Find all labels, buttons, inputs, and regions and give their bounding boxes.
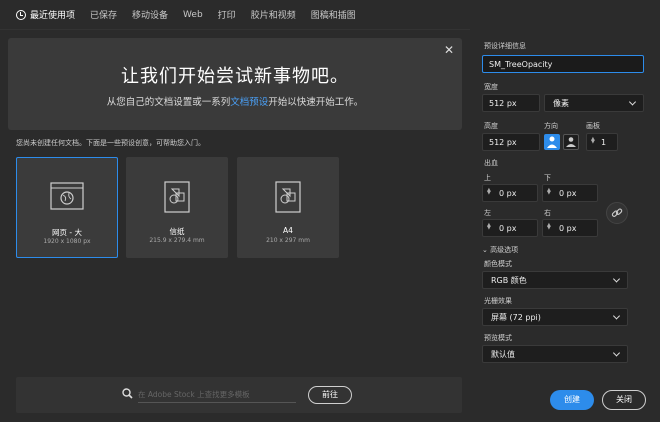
tab-label: 移动设备 bbox=[132, 11, 169, 21]
landscape-icon bbox=[566, 137, 576, 147]
tab-mobile[interactable]: 移动设备 bbox=[132, 0, 168, 30]
bleed-left-label: 左 bbox=[484, 209, 491, 217]
bleed-top-value: 0 px bbox=[499, 188, 517, 198]
preset-name: A4 bbox=[283, 226, 293, 235]
stock-search-input[interactable]: 在 Adobe Stock 上查找更多模板 bbox=[138, 389, 296, 403]
tab-label: 已保存 bbox=[90, 11, 118, 21]
bleed-top-label: 上 bbox=[484, 174, 491, 182]
preview-mode-value: 默认值 bbox=[491, 349, 515, 359]
preset-details-label: 预设详细信息 bbox=[484, 42, 526, 50]
close-icon[interactable]: ✕ bbox=[444, 43, 454, 57]
preset-name: 信纸 bbox=[169, 227, 185, 236]
tab-film-video[interactable]: 胶片和视频 bbox=[251, 0, 296, 30]
create-button[interactable]: 创建 bbox=[550, 390, 594, 410]
raster-effects-select[interactable]: 屏幕 (72 ppi) bbox=[482, 308, 628, 326]
banner-subtitle: 从您自己的文档设置或一系列文档预设开始以快速开始工作。 bbox=[8, 94, 462, 108]
landscape-orientation-button[interactable] bbox=[563, 134, 579, 150]
bleed-label: 出血 bbox=[484, 159, 498, 167]
bleed-bottom-input[interactable]: ▲ ▼ 0 px bbox=[542, 184, 598, 202]
go-button[interactable]: 前往 bbox=[308, 386, 352, 404]
chevron-down-icon bbox=[628, 98, 637, 106]
document-name-input[interactable]: SM_TreeOpacity bbox=[482, 55, 644, 73]
artboard-count-input[interactable]: ▲ ▼ 1 bbox=[586, 133, 618, 151]
presets-hint: 您尚未创建任何文档。下面是一些预设创意，可帮助您入门。 bbox=[16, 139, 205, 147]
preset-name: 网页 - 大 bbox=[52, 228, 82, 237]
banner-sub-text: 从您自己的文档设置或一系列 bbox=[106, 97, 231, 108]
tab-label: Web bbox=[183, 9, 203, 20]
close-button[interactable]: 关闭 bbox=[602, 390, 646, 410]
preset-card-letter[interactable]: 信纸 215.9 x 279.4 mm bbox=[126, 157, 228, 258]
preset-details-panel: 预设详细信息 SM_TreeOpacity 宽度 512 px 像素 高度 方向… bbox=[470, 30, 660, 422]
preview-mode-select[interactable]: 默认值 bbox=[482, 345, 628, 363]
stock-search-bar: 在 Adobe Stock 上查找更多模板 前往 bbox=[16, 377, 462, 413]
welcome-banner: ✕ 让我们开始尝试新事物吧。 从您自己的文档设置或一系列文档预设开始以快速开始工… bbox=[8, 38, 462, 130]
color-mode-label: 颜色模式 bbox=[484, 260, 512, 268]
chevron-down-icon bbox=[612, 349, 621, 357]
artboard-value: 1 bbox=[601, 137, 607, 147]
raster-effects-label: 光栅效果 bbox=[484, 297, 512, 305]
tab-recent[interactable]: 最近使用项 bbox=[16, 0, 75, 30]
preview-mode-label: 预览模式 bbox=[484, 334, 512, 342]
web-page-icon bbox=[50, 182, 84, 210]
document-shapes-icon bbox=[164, 181, 190, 213]
color-mode-select[interactable]: RGB 颜色 bbox=[482, 271, 628, 289]
preset-card-a4[interactable]: A4 210 x 297 mm bbox=[237, 157, 339, 258]
stepper-icon[interactable]: ▲ ▼ bbox=[487, 188, 491, 196]
stepper-icon[interactable]: ▲ ▼ bbox=[547, 223, 551, 231]
width-label: 宽度 bbox=[484, 83, 498, 91]
artboard-label: 画板 bbox=[586, 122, 600, 130]
portrait-icon bbox=[547, 136, 557, 148]
tab-art-illustration[interactable]: 图稿和插图 bbox=[311, 0, 356, 30]
banner-title: 让我们开始尝试新事物吧。 bbox=[121, 66, 349, 87]
preset-size: 215.9 x 279.4 mm bbox=[149, 237, 205, 244]
tab-label: 打印 bbox=[217, 11, 236, 21]
unit-select[interactable]: 像素 bbox=[544, 94, 644, 112]
chevron-down-icon bbox=[612, 312, 621, 320]
document-presets-link[interactable]: 文档预设 bbox=[230, 97, 268, 108]
link-bleed-button[interactable] bbox=[606, 202, 628, 224]
bleed-right-input[interactable]: ▲ ▼ 0 px bbox=[542, 219, 598, 237]
tab-label: 最近使用项 bbox=[30, 11, 76, 21]
bleed-bottom-label: 下 bbox=[544, 174, 551, 182]
tab-saved[interactable]: 已保存 bbox=[90, 0, 117, 30]
stepper-icon[interactable]: ▲ ▼ bbox=[487, 223, 491, 231]
chevron-down-icon: ⌄ bbox=[482, 246, 488, 254]
height-label: 高度 bbox=[484, 122, 498, 130]
unit-value: 像素 bbox=[553, 98, 569, 108]
width-input[interactable]: 512 px bbox=[482, 94, 540, 112]
portrait-orientation-button[interactable] bbox=[544, 134, 560, 150]
orientation-label: 方向 bbox=[544, 122, 558, 130]
bleed-bottom-value: 0 px bbox=[559, 188, 577, 198]
clock-icon bbox=[16, 9, 26, 20]
category-tabs: 最近使用项 已保存 移动设备 Web 打印 胶片和视频 图稿和插图 bbox=[0, 0, 470, 30]
advanced-options-toggle[interactable]: ⌄ 高级选项 bbox=[482, 245, 518, 255]
advanced-options-label: 高级选项 bbox=[490, 246, 519, 254]
banner-sub-text-end: 开始以快速开始工作。 bbox=[268, 97, 364, 108]
bleed-top-input[interactable]: ▲ ▼ 0 px bbox=[482, 184, 538, 202]
preset-size: 1920 x 1080 px bbox=[43, 238, 91, 245]
tab-print[interactable]: 打印 bbox=[218, 0, 236, 30]
preset-card-web-large[interactable]: 网页 - 大 1920 x 1080 px bbox=[16, 157, 118, 258]
search-icon bbox=[122, 388, 133, 399]
stepper-icon[interactable]: ▲ ▼ bbox=[547, 188, 551, 196]
chain-link-icon bbox=[611, 208, 623, 217]
chevron-down-icon bbox=[612, 275, 621, 283]
height-input[interactable]: 512 px bbox=[482, 133, 540, 151]
preset-size: 210 x 297 mm bbox=[266, 237, 310, 244]
bleed-left-value: 0 px bbox=[499, 223, 517, 233]
tab-label: 胶片和视频 bbox=[250, 11, 296, 21]
tab-label: 图稿和插图 bbox=[310, 11, 356, 21]
document-shapes-icon bbox=[275, 181, 301, 213]
color-mode-value: RGB 颜色 bbox=[491, 275, 527, 285]
raster-effects-value: 屏幕 (72 ppi) bbox=[491, 312, 541, 322]
bleed-left-input[interactable]: ▲ ▼ 0 px bbox=[482, 219, 538, 237]
tab-web[interactable]: Web bbox=[183, 0, 203, 30]
bleed-right-label: 右 bbox=[544, 209, 551, 217]
bleed-right-value: 0 px bbox=[559, 223, 577, 233]
stepper-icon[interactable]: ▲ ▼ bbox=[591, 137, 595, 145]
